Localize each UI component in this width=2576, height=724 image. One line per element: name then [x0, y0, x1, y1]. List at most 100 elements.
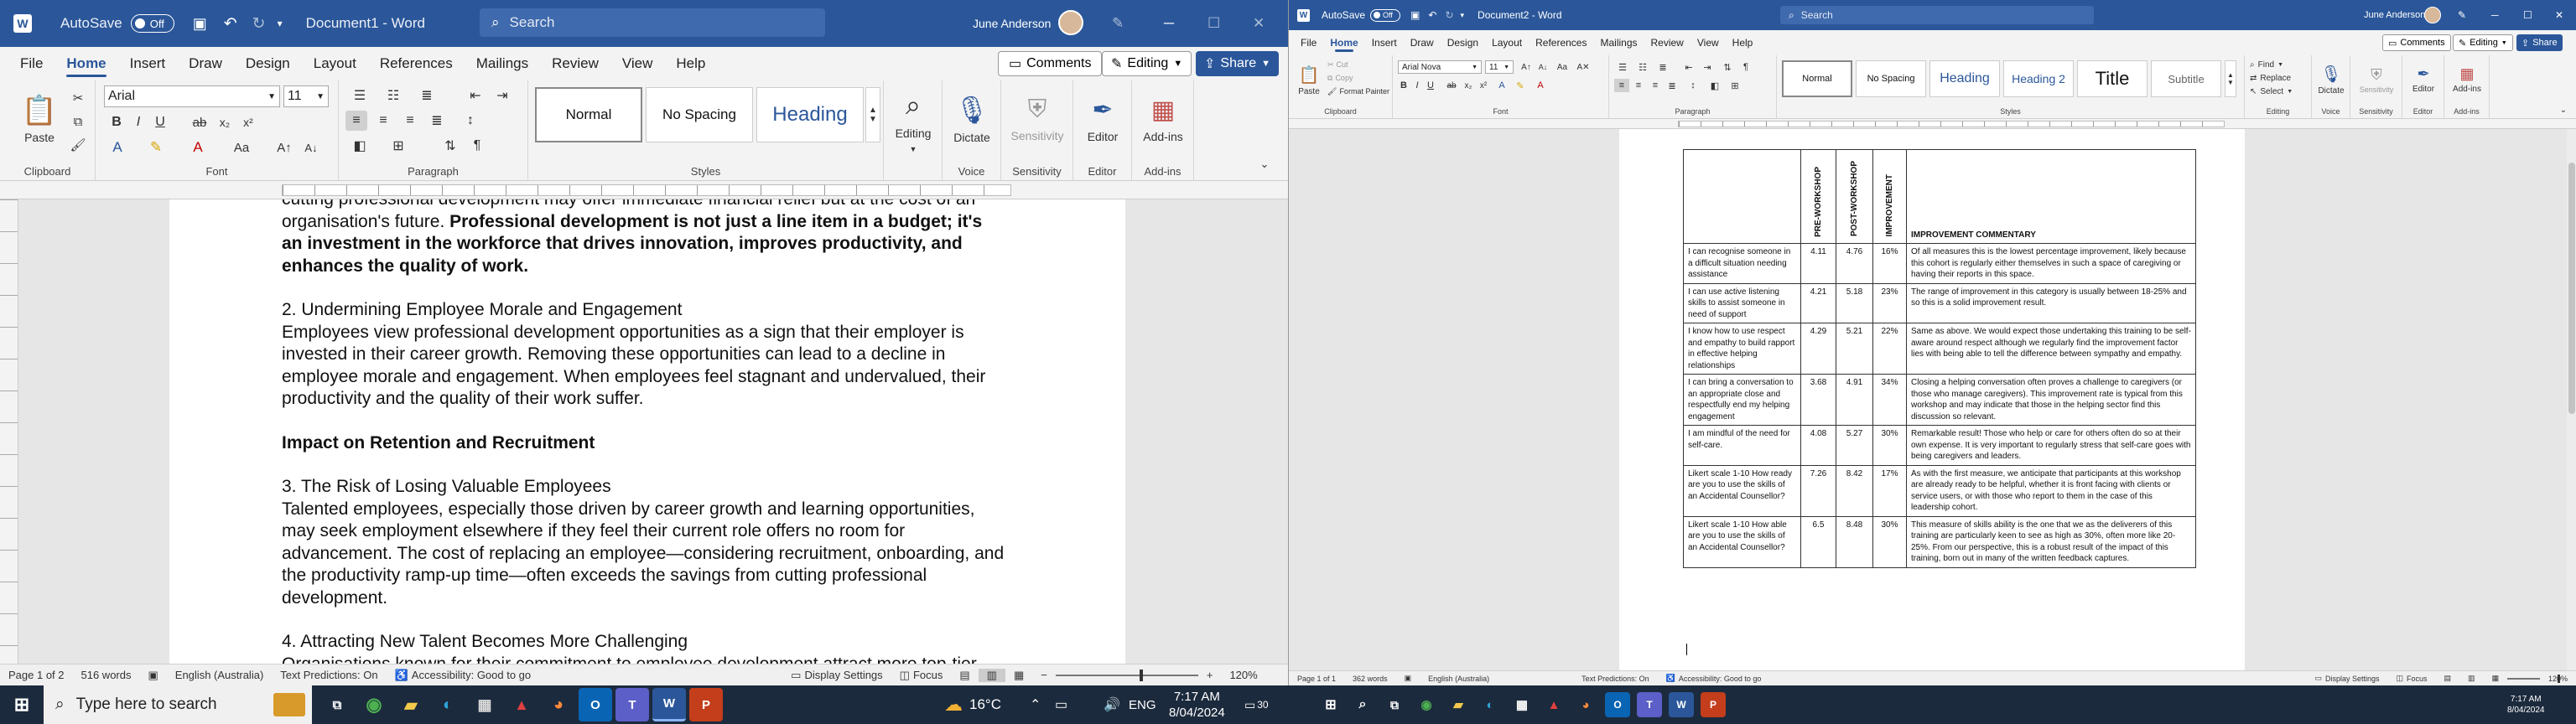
- accessibility[interactable]: ♿ Accessibility: Good to go: [387, 669, 540, 682]
- tab-mailings[interactable]: Mailings: [1593, 30, 1644, 55]
- redo-icon[interactable]: ↻: [252, 14, 266, 34]
- edge-icon[interactable]: ◐: [431, 688, 465, 721]
- clock[interactable]: 7:17 AM 8/04/2024: [1169, 689, 1225, 721]
- user-name[interactable]: June Anderson: [973, 17, 1051, 30]
- numbering-icon[interactable]: ☷: [1634, 60, 1651, 74]
- format-painter-button[interactable]: 🖌 Format Painter: [1327, 85, 1389, 97]
- save-icon[interactable]: ▣: [1410, 9, 1420, 21]
- format-painter-icon[interactable]: 🖌: [69, 136, 87, 154]
- zoom-out-icon[interactable]: −: [1032, 669, 1056, 681]
- tab-home[interactable]: Home: [55, 47, 117, 80]
- tab-help[interactable]: Help: [664, 47, 717, 80]
- decrease-indent-icon[interactable]: ⇤: [465, 85, 486, 106]
- autosave-toggle[interactable]: Off: [1370, 8, 1401, 22]
- bullets-icon[interactable]: ☰: [345, 85, 374, 106]
- style-title[interactable]: Title: [2077, 60, 2148, 97]
- styles-scroll-icon[interactable]: ▲ ▼: [2225, 60, 2236, 97]
- document-page[interactable]: PRE-WORKSHOP POST-WORKSHOP IMPROVEMENT I…: [1619, 129, 2245, 670]
- firefox-icon[interactable]: ◕: [1573, 692, 1598, 717]
- word-taskbar-icon[interactable]: W: [652, 688, 686, 721]
- chrome-icon[interactable]: ◉: [1414, 692, 1439, 717]
- pen-icon[interactable]: ✎: [2458, 9, 2466, 21]
- search-icon[interactable]: ⌕: [1350, 692, 1375, 717]
- tab-insert[interactable]: Insert: [1365, 30, 1404, 55]
- show-formatting-icon[interactable]: ¶: [466, 136, 488, 156]
- shrink-font-icon[interactable]: A↓: [1535, 60, 1550, 74]
- acrobat-icon[interactable]: ▲: [505, 688, 538, 721]
- clear-formatting-icon[interactable]: A✕: [1576, 60, 1591, 74]
- tab-file[interactable]: File: [1294, 30, 1323, 55]
- user-name[interactable]: June Anderson: [2364, 10, 2425, 20]
- minimize-icon[interactable]: ─: [2491, 9, 2499, 21]
- horizontal-ruler[interactable]: [0, 181, 1288, 199]
- style-heading-2[interactable]: Heading 2: [2003, 60, 2074, 97]
- editing-mode-button[interactable]: ✎ Editing ▼: [2453, 34, 2513, 51]
- tab-review[interactable]: Review: [1644, 30, 1690, 55]
- tab-mailings[interactable]: Mailings: [465, 47, 540, 80]
- powerpoint-icon[interactable]: P: [689, 688, 723, 721]
- style-heading[interactable]: Heading: [756, 87, 864, 142]
- redo-icon[interactable]: ↻: [1445, 9, 1453, 21]
- line-spacing-icon[interactable]: ↕: [1685, 79, 1701, 92]
- superscript-icon[interactable]: x²: [1477, 79, 1490, 92]
- borders-icon[interactable]: ⊞: [384, 136, 413, 156]
- borders-icon[interactable]: ⊞: [1727, 79, 1743, 92]
- font-color-icon[interactable]: A: [186, 137, 210, 158]
- read-mode-icon[interactable]: ▤: [2436, 674, 2460, 683]
- minimize-icon[interactable]: ─: [1164, 15, 1174, 32]
- print-layout-icon[interactable]: ▥: [978, 668, 1005, 682]
- tab-layout[interactable]: Layout: [1485, 30, 1529, 55]
- display-settings[interactable]: ▭ Display Settings: [782, 669, 891, 682]
- paste-button[interactable]: 📋 Paste: [15, 85, 64, 153]
- style-heading[interactable]: Heading: [1929, 60, 2000, 97]
- tab-view[interactable]: View: [1690, 30, 1726, 55]
- text-effects-icon[interactable]: A: [1495, 79, 1509, 92]
- autosave-toggle[interactable]: Off: [130, 14, 174, 33]
- line-spacing-icon[interactable]: ↕: [456, 111, 485, 131]
- zoom-in-icon[interactable]: +: [1198, 669, 1222, 681]
- subscript-icon[interactable]: x₂: [1462, 79, 1475, 92]
- file-explorer-icon[interactable]: ▰: [394, 688, 428, 721]
- file-explorer-icon[interactable]: ▰: [1446, 692, 1471, 717]
- page-count[interactable]: Page 1 of 2: [0, 669, 73, 681]
- task-view-icon[interactable]: ⧉: [320, 688, 354, 721]
- firefox-icon[interactable]: ◕: [542, 688, 575, 721]
- copy-icon[interactable]: ⧉: [69, 112, 87, 131]
- tab-view[interactable]: View: [610, 47, 665, 80]
- replace-button[interactable]: ⇄ Replace: [2250, 72, 2291, 84]
- style-normal[interactable]: Normal: [535, 87, 642, 142]
- undo-icon[interactable]: ↶: [224, 14, 237, 34]
- tab-design[interactable]: Design: [234, 47, 302, 80]
- document-page[interactable]: cutting professional development may off…: [169, 199, 1125, 664]
- sensitivity-button[interactable]: ⛨ Sensitivity: [1005, 85, 1070, 153]
- justify-icon[interactable]: ≣: [426, 111, 448, 131]
- undo-icon[interactable]: ↶: [1428, 9, 1436, 21]
- sort-icon[interactable]: ⇅: [439, 136, 461, 156]
- outlook-icon[interactable]: O: [1605, 692, 1630, 717]
- display-settings[interactable]: ▭ Display Settings: [2306, 674, 2387, 683]
- select-button[interactable]: ↖ Select ▼: [2250, 85, 2293, 97]
- cut-button[interactable]: ✂ Cut: [1327, 59, 1348, 70]
- subscript-icon[interactable]: x₂: [215, 112, 235, 132]
- page-count[interactable]: Page 1 of 1: [1289, 675, 1344, 683]
- tab-design[interactable]: Design: [1441, 30, 1485, 55]
- paste-button[interactable]: 📋 Paste: [1294, 59, 1324, 102]
- shading-icon[interactable]: ◧: [1706, 79, 1723, 92]
- word-taskbar-icon[interactable]: W: [1669, 692, 1694, 717]
- strikethrough-icon[interactable]: ab: [1445, 79, 1458, 92]
- editor-button[interactable]: ✒ Editor: [1077, 85, 1129, 153]
- multilevel-list-icon[interactable]: ≣: [413, 85, 441, 106]
- styles-scroll-icon[interactable]: ▲ ▼: [865, 87, 880, 142]
- style-no-spacing[interactable]: No Spacing: [646, 87, 753, 142]
- volume-icon[interactable]: 🔊: [1104, 696, 1120, 713]
- comments-button[interactable]: ▭ Comments: [998, 51, 1103, 76]
- collapse-ribbon-icon[interactable]: ⌄: [1254, 156, 1275, 173]
- underline-icon[interactable]: U: [151, 112, 169, 132]
- close-icon[interactable]: ✕: [1253, 15, 1265, 32]
- show-hidden-icons[interactable]: ⌃: [1030, 696, 1041, 713]
- font-size-select[interactable]: 11 ▼: [1485, 60, 1514, 74]
- sensitivity-button[interactable]: ⛨ Sensitivity: [2352, 59, 2401, 101]
- powerpoint-icon[interactable]: P: [1701, 692, 1726, 717]
- change-case-icon[interactable]: Aa: [1554, 60, 1571, 74]
- find-button[interactable]: ⌕ Find ▼: [2250, 59, 2283, 70]
